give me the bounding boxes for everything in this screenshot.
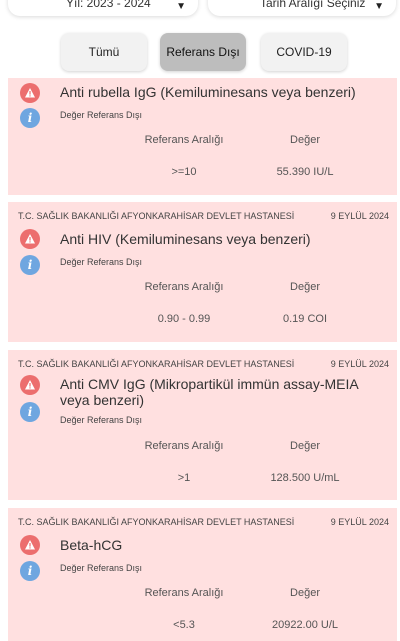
reference-range: >1 bbox=[177, 472, 191, 484]
warning-icon bbox=[20, 535, 40, 555]
chevron-down-icon: ▼ bbox=[374, 1, 384, 12]
reference-range: >=10 bbox=[171, 166, 197, 178]
value-header: Değer bbox=[290, 587, 320, 599]
reference-range: 0.90 - 0.99 bbox=[157, 313, 211, 325]
out-of-range-label: Değer Referans Dışı bbox=[60, 563, 143, 573]
result-card[interactable]: T.C. SAĞLIK BAKANLIĞI AFYONKARAHİSAR DEV… bbox=[8, 508, 397, 641]
value-header: Değer bbox=[290, 134, 320, 146]
chevron-down-icon: ▼ bbox=[176, 1, 186, 12]
result-card[interactable]: Anti rubella IgG (Kemiluminesans veya be… bbox=[8, 78, 397, 195]
hospital-name: T.C. SAĞLIK BAKANLIĞI AFYONKARAHİSAR DEV… bbox=[18, 517, 295, 527]
year-dropdown[interactable]: Yıl: 2023 - 2024 ▼ bbox=[8, 0, 198, 16]
result-value: 55.390 IU/L bbox=[276, 166, 334, 178]
filter-dropdowns: Yıl: 2023 - 2024 ▼ Tarih Aralığı Seçiniz… bbox=[0, 0, 400, 18]
range-header: Referans Aralığı bbox=[144, 587, 224, 599]
range-header: Referans Aralığı bbox=[144, 134, 224, 146]
result-date: 9 EYLÜL 2024 bbox=[330, 211, 389, 221]
hospital-name: T.C. SAĞLIK BAKANLIĞI AFYONKARAHİSAR DEV… bbox=[18, 359, 295, 369]
date-range-dropdown[interactable]: Tarih Aralığı Seçiniz ▼ bbox=[208, 0, 396, 16]
card-header: T.C. SAĞLIK BAKANLIĞI AFYONKARAHİSAR DEV… bbox=[18, 211, 389, 221]
result-card[interactable]: T.C. SAĞLIK BAKANLIĞI AFYONKARAHİSAR DEV… bbox=[8, 350, 397, 500]
card-header: T.C. SAĞLIK BAKANLIĞI AFYONKARAHİSAR DEV… bbox=[18, 517, 389, 527]
filter-tabs: Tümü Referans Dışı COVID-19 bbox=[0, 33, 400, 73]
info-icon[interactable]: i bbox=[20, 561, 40, 581]
range-header: Referans Aralığı bbox=[144, 440, 224, 452]
result-date: 9 EYLÜL 2024 bbox=[330, 517, 389, 527]
result-date: 9 EYLÜL 2024 bbox=[330, 359, 389, 369]
year-dropdown-value: Yıl: 2023 - 2024 bbox=[66, 0, 151, 10]
value-header: Değer bbox=[290, 440, 320, 452]
test-name: Anti rubella IgG (Kemiluminesans veya be… bbox=[60, 84, 356, 100]
reference-range: <5.3 bbox=[173, 619, 195, 631]
warning-icon bbox=[20, 229, 40, 249]
result-card[interactable]: T.C. SAĞLIK BAKANLIĞI AFYONKARAHİSAR DEV… bbox=[8, 202, 397, 342]
out-of-range-label: Değer Referans Dışı bbox=[60, 110, 143, 120]
card-header: T.C. SAĞLIK BAKANLIĞI AFYONKARAHİSAR DEV… bbox=[18, 359, 389, 369]
info-icon[interactable]: i bbox=[20, 402, 40, 422]
result-value: 0.19 COI bbox=[282, 313, 328, 325]
warning-icon bbox=[20, 83, 40, 103]
out-of-range-label: Değer Referans Dışı bbox=[60, 415, 143, 425]
range-header: Referans Aralığı bbox=[144, 281, 224, 293]
info-icon[interactable]: i bbox=[20, 255, 40, 275]
result-value: 20922.00 U/L bbox=[271, 619, 339, 631]
test-name: Anti CMV IgG (Mikropartikül immün assay-… bbox=[60, 376, 358, 408]
hospital-name: T.C. SAĞLIK BAKANLIĞI AFYONKARAHİSAR DEV… bbox=[18, 211, 295, 221]
test-name: Beta-hCG bbox=[60, 537, 123, 553]
warning-icon bbox=[20, 375, 40, 395]
test-name: Anti HIV (Kemiluminesans veya benzeri) bbox=[60, 231, 311, 247]
out-of-range-label: Değer Referans Dışı bbox=[60, 257, 143, 267]
result-value: 128.500 U/mL bbox=[270, 472, 340, 484]
tab-all[interactable]: Tümü bbox=[61, 33, 147, 71]
tab-covid-19[interactable]: COVID-19 bbox=[261, 33, 347, 71]
date-range-dropdown-value: Tarih Aralığı Seçiniz bbox=[260, 0, 366, 10]
value-header: Değer bbox=[290, 281, 320, 293]
info-icon[interactable]: i bbox=[20, 108, 40, 128]
tab-out-of-range[interactable]: Referans Dışı bbox=[160, 33, 246, 71]
